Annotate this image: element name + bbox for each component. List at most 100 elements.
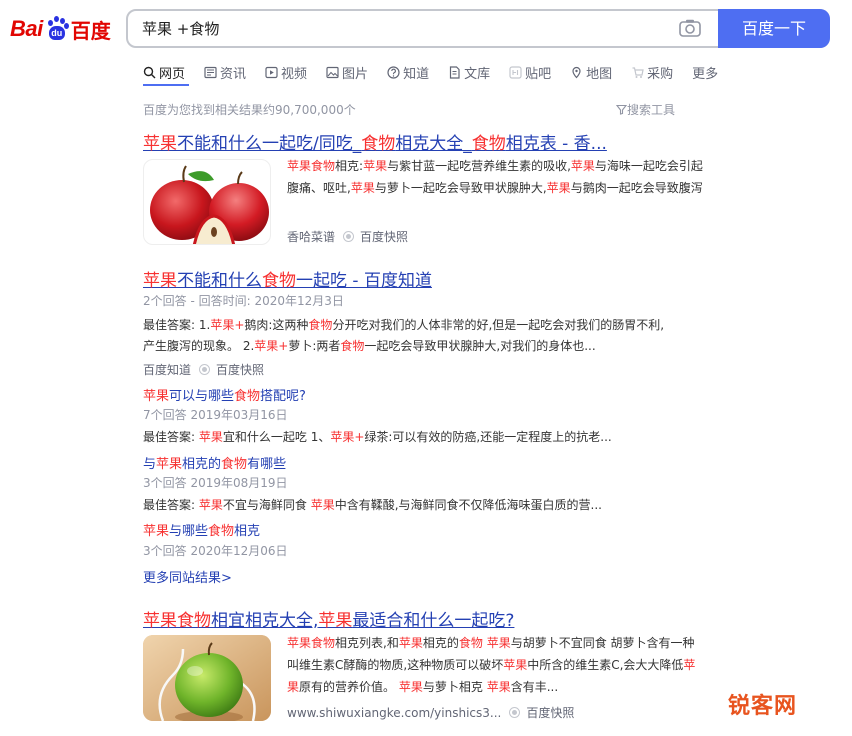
tab-label: 视频 <box>281 66 308 82</box>
cache-link[interactable]: 百度快照 <box>216 361 264 378</box>
tab-label: 采购 <box>647 66 674 82</box>
text-segment: 相克表 - 香... <box>505 134 607 154</box>
related-question-3[interactable]: 苹果与哪些食物相克 <box>143 520 260 539</box>
tab-label: 资讯 <box>220 66 247 82</box>
search-tools-label: 搜索工具 <box>627 103 676 117</box>
result-count: 百度为您找到相关结果约90,700,000个 <box>143 103 356 117</box>
highlight-keyword: 苹果 <box>503 658 528 672</box>
highlight-keyword: 食物 <box>208 524 235 539</box>
result-3-thumbnail[interactable] <box>143 635 271 721</box>
cart-icon <box>632 66 644 78</box>
related-question-3-meta: 3个回答 2020年12月06日 <box>143 544 288 558</box>
source-name: 百度知道 <box>143 363 192 377</box>
text-segment: 含有丰... <box>510 680 559 694</box>
highlight-keyword: 苹果 <box>350 181 375 195</box>
active-tab-underline <box>143 84 189 86</box>
text-segment: 相克: <box>335 159 364 173</box>
text-segment: 相克 <box>234 524 261 539</box>
tab-more[interactable]: 更多 <box>692 61 718 83</box>
text-segment: 与 <box>143 457 157 472</box>
text-segment: 原有的营养价值。 <box>299 680 399 694</box>
tab-label: 贴吧 <box>525 66 552 82</box>
text-segment: 相宜相克大全, <box>211 611 319 631</box>
text-segment: 一起吃会导致甲状腺肿大,对我们的身体也... <box>364 339 596 353</box>
result-2-meta: 2个回答 - 回答时间: 2020年12月3日 <box>143 294 344 308</box>
highlight-keyword: 食物 <box>221 457 248 472</box>
result-3-url[interactable]: www.shiwuxiangke.com/yinshics3... <box>287 706 501 720</box>
result-2-source: 百度知道 百度快照 <box>143 361 264 378</box>
related-question-2-answer: 最佳答案: 苹果不宜与海鲜同食 苹果中含有鞣酸,与海鲜同食不仅降低海味蛋白质的营… <box>143 496 602 513</box>
image-icon <box>326 66 339 78</box>
paw-icon: du <box>44 16 70 42</box>
highlight-keyword: 苹果 <box>156 457 183 472</box>
highlight-keyword: 苹果 <box>143 134 177 154</box>
search-button[interactable]: 百度一下 <box>718 9 830 48</box>
tab-label: 网页 <box>159 66 186 82</box>
text-segment: 一起吃 - 百度知道 <box>296 271 432 291</box>
related-question-2-meta: 3个回答 2019年08月19日 <box>143 476 288 490</box>
result-1-source: 香哈菜谱 百度快照 <box>287 228 408 245</box>
related-question-1[interactable]: 苹果可以与哪些食物搭配呢? <box>143 385 306 404</box>
tab-label: 更多 <box>692 66 719 82</box>
cache-link[interactable]: 百度快照 <box>360 228 408 245</box>
text-segment: 与萝卜相克 <box>422 680 487 694</box>
highlight-keyword: 苹果 <box>546 181 571 195</box>
result-2-answer-line-2: 产生腹泻的现象。 2.苹果+萝卜:两者食物一起吃会导致甲状腺肿大,对我们的身体也… <box>143 337 596 354</box>
search-tools-button[interactable]: 搜索工具 <box>616 101 675 118</box>
tab-doc[interactable]: 文库 <box>448 61 490 83</box>
highlight-keyword: 苹果 <box>143 271 177 291</box>
tab-tieba[interactable]: 贴吧 <box>509 61 551 83</box>
result-1-thumbnail[interactable] <box>143 159 271 245</box>
baidu-logo[interactable]: Bai du 百度 <box>10 14 111 44</box>
search-input[interactable] <box>142 11 662 46</box>
tab-video[interactable]: 视频 <box>265 61 307 83</box>
result-2-title[interactable]: 苹果不能和什么食物一起吃 - 百度知道 <box>143 266 432 291</box>
text-segment: 相克大全_ <box>395 134 472 154</box>
result-3-source: www.shiwuxiangke.com/yinshics3... 百度快照 <box>287 704 574 721</box>
text-segment: 与萝卜一起吃会导致甲状腺肿大, <box>374 181 547 195</box>
text-segment: 不能和什么 <box>177 271 262 291</box>
highlight-keyword: 苹果+ <box>210 318 245 332</box>
search-box: 百度一下 <box>126 9 830 48</box>
related-question-2[interactable]: 与苹果相克的食物有哪些 <box>143 453 286 472</box>
text-segment: 宜和什么一起吃 1、 <box>222 430 331 444</box>
highlight-keyword: 苹果 <box>486 636 511 650</box>
safe-icon <box>199 364 211 375</box>
more-site-results-link[interactable]: 更多同站结果> <box>143 567 232 586</box>
safe-icon <box>343 231 355 242</box>
cache-link[interactable]: 百度快照 <box>526 704 574 721</box>
highlight-keyword: 苹果+ <box>254 339 289 353</box>
text-segment: 鹅肉:这两种 <box>244 318 309 332</box>
result-1-title[interactable]: 苹果不能和什么一起吃/同吃_食物相克大全_食物相克表 - 香... <box>143 129 607 154</box>
tab-cart[interactable]: 采购 <box>631 61 673 83</box>
tab-map[interactable]: 地图 <box>570 61 612 83</box>
highlight-keyword: 苹果 <box>143 389 170 404</box>
text-segment: 中含有鞣酸,与海鲜同食不仅降低海味蛋白质的营... <box>334 498 602 512</box>
tab-question[interactable]: 知道 <box>387 61 429 83</box>
tieba-icon <box>509 65 522 79</box>
tab-image[interactable]: 图片 <box>326 61 368 83</box>
text-segment: 萝卜:两者 <box>288 339 341 353</box>
safe-icon <box>509 707 521 718</box>
camera-icon[interactable] <box>679 19 701 37</box>
map-icon <box>572 66 581 78</box>
text-segment: 最佳答案: <box>143 498 199 512</box>
highlight-keyword: 食物 <box>471 134 506 154</box>
search-icon <box>143 66 156 78</box>
highlight-keyword: 苹果 <box>486 680 511 694</box>
related-question-1-answer: 最佳答案: 苹果宜和什么一起吃 1、苹果+绿茶:可以有效的防癌,还能一定程度上的… <box>143 428 612 445</box>
highlight-keyword: 苹果 <box>198 430 223 444</box>
doc-icon <box>449 65 460 79</box>
logo-text-baidu: 百度 <box>70 18 111 43</box>
red-apple-image <box>150 165 269 244</box>
highlight-keyword: 苹果+ <box>330 430 365 444</box>
result-3-title[interactable]: 苹果食物相宜相克大全,苹果最适合和什么一起吃? <box>143 606 514 631</box>
news-icon <box>204 66 217 78</box>
tab-news[interactable]: 资讯 <box>204 61 246 83</box>
related-question-1-meta: 7个回答 2019年03月16日 <box>143 408 288 422</box>
text-segment: 搭配呢? <box>260 389 306 404</box>
video-icon <box>265 66 278 78</box>
tab-search[interactable]: 网页 <box>143 61 185 83</box>
logo-text-du: du <box>51 28 63 38</box>
highlight-keyword: 苹果 <box>198 498 223 512</box>
